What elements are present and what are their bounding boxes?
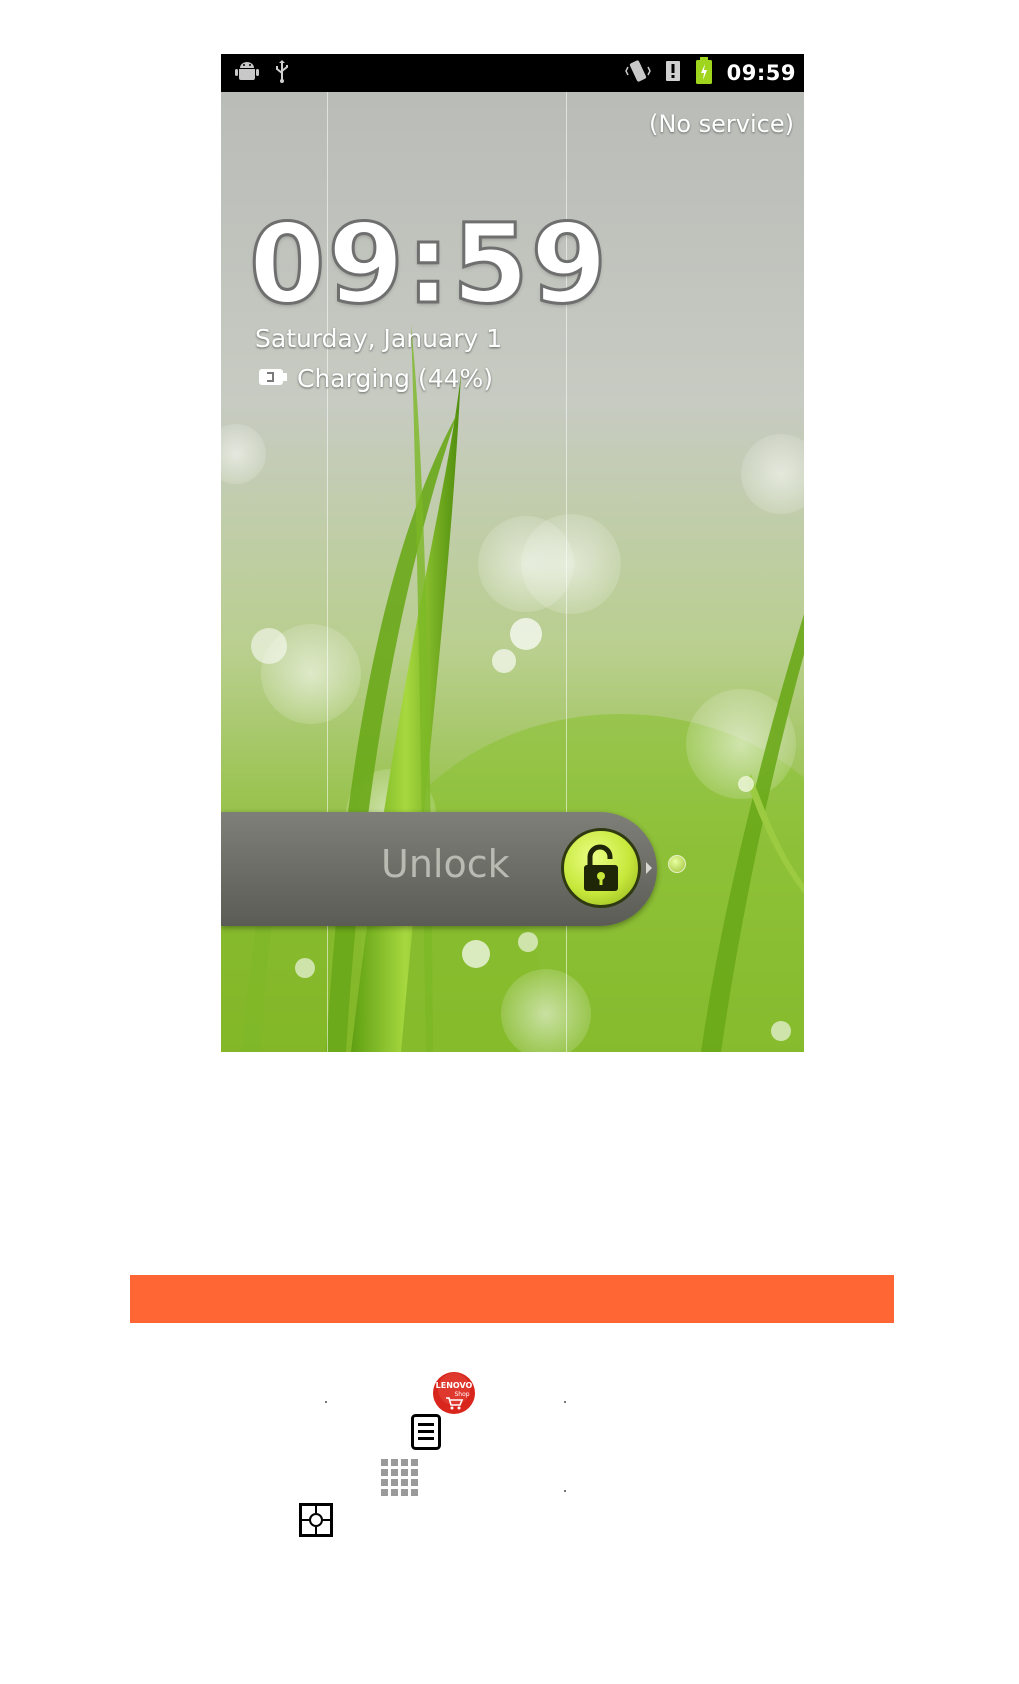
lockscreen-clock: 09:59	[247, 200, 610, 328]
vibrate-icon	[624, 58, 651, 88]
phone-screenshot: 09:59 (No service) 09:59 Saturday, Janua…	[221, 54, 804, 1052]
section-banner	[130, 1275, 894, 1323]
menu-key-icon	[411, 1414, 441, 1454]
camera-focus-icon	[298, 1502, 334, 1542]
app-grid-icon	[380, 1458, 420, 1502]
status-time: 09:59	[726, 61, 796, 85]
unlock-label: Unlock	[381, 842, 510, 886]
speck	[325, 1401, 327, 1403]
charging-text: Charging (44%)	[297, 364, 494, 393]
speck	[564, 1401, 566, 1403]
chevron-right-icon	[645, 860, 653, 879]
shop-icon-word: Shop	[454, 1391, 469, 1398]
android-debug-icon	[235, 60, 259, 86]
unlock-handle[interactable]	[561, 828, 641, 908]
charging-plug-icon	[257, 364, 289, 393]
charging-status: Charging (44%)	[257, 364, 493, 393]
speck	[564, 1490, 566, 1492]
status-bar: 09:59	[221, 54, 804, 92]
battery-icon	[695, 57, 713, 89]
alert-icon	[665, 60, 681, 86]
unlock-padlock-icon	[584, 844, 618, 891]
shop-icon-brand: LENOVO	[436, 1381, 473, 1390]
lenovo-shop-icon: LENOVO Shop	[432, 1371, 476, 1419]
lockscreen-date: Saturday, January 1	[255, 324, 503, 353]
carrier-label: (No service)	[649, 110, 794, 138]
unlock-target-dot[interactable]	[668, 855, 686, 873]
usb-icon	[273, 59, 291, 87]
unlock-slider-track[interactable]: Unlock	[221, 812, 657, 926]
